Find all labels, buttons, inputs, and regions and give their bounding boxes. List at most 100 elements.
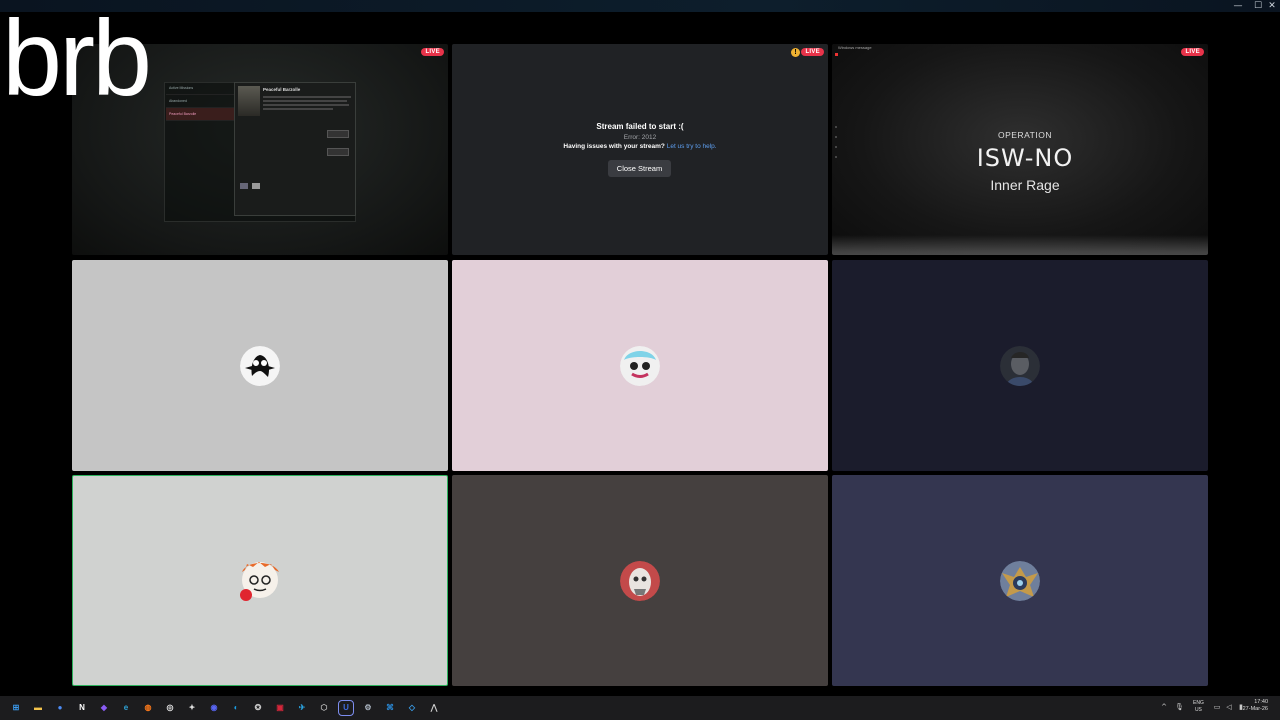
app-settings-hex-glyph: ⬡ (320, 703, 328, 712)
brb-overlay-text: brb (2, 0, 152, 118)
live-badge: LIVE (421, 48, 444, 56)
settings-glyph: ⚙ (364, 703, 372, 712)
clock-time: 17:40 (1254, 699, 1268, 705)
warning-icon: ! (791, 48, 800, 57)
chrome-glyph: ● (57, 703, 63, 712)
settings-icon[interactable]: ⚙ (361, 701, 375, 715)
avatar[interactable] (237, 558, 283, 604)
chrome-icon[interactable]: ● (53, 701, 67, 715)
text-line (263, 100, 347, 102)
tray-overflow-icon[interactable]: ^ (1160, 703, 1168, 711)
window-tab-label: Windows message (838, 45, 872, 50)
window-titlebar: — ☐ ✕ (0, 0, 1280, 12)
bitwarden-glyph: U (343, 703, 349, 712)
app-blue-active-icon[interactable]: ◇ (405, 701, 419, 715)
vscode-icon[interactable]: ⌘ (383, 701, 397, 715)
edge-icon[interactable]: e (119, 701, 133, 715)
close-window-button[interactable]: ✕ (1266, 0, 1278, 12)
character-name: Peaceful Barzolle (263, 87, 301, 92)
app-arrow-icon[interactable]: ⋀ (427, 701, 441, 715)
language-region: US (1194, 706, 1202, 713)
language-indicator[interactable]: ENG US (1193, 700, 1204, 713)
app-arrow-glyph: ⋀ (430, 703, 438, 712)
maximize-button[interactable]: ☐ (1252, 0, 1264, 12)
character-portrait (238, 86, 260, 116)
participant-tile[interactable] (452, 260, 828, 471)
help-link[interactable]: Let us try to help. (667, 143, 717, 150)
game-character-card: Peaceful Barzolle (234, 82, 356, 216)
windows-start-icon[interactable]: ⊞ (9, 701, 23, 715)
participant-tile[interactable] (72, 260, 448, 471)
firefox-glyph: ◍ (144, 703, 152, 712)
app-settings-hex-icon[interactable]: ⬡ (317, 701, 331, 715)
file-explorer-icon[interactable]: ▬ (31, 701, 45, 715)
bottom-fade (832, 235, 1208, 255)
avatar[interactable] (240, 345, 280, 386)
operation-heading: OPERATION (998, 130, 1052, 140)
obsidian-icon[interactable]: ◆ (97, 701, 111, 715)
windows-start-glyph: ⊞ (12, 703, 20, 712)
reward-icon (252, 183, 260, 189)
file-explorer-glyph: ▬ (34, 703, 42, 712)
error-code: Error: 2012 (623, 134, 657, 141)
edge-glyph: e (123, 703, 129, 712)
app-red-glyph: ▣ (276, 703, 284, 712)
text-line (263, 104, 349, 106)
side-dot (835, 126, 837, 128)
operation-subtitle: Inner Rage (990, 177, 1060, 193)
game-row-button (327, 148, 349, 156)
notion-glyph: N (79, 703, 85, 712)
language-code: ENG (1193, 700, 1204, 706)
game-row (239, 147, 351, 157)
participant-tile[interactable] (832, 260, 1208, 471)
live-badge: LIVE (1181, 48, 1204, 56)
stream-tile-error[interactable]: ! LIVE Stream failed to start :( Error: … (452, 44, 828, 255)
error-title: Stream failed to start :( (596, 122, 684, 131)
avatar[interactable] (1000, 560, 1040, 601)
help-text: Having issues with your stream? (563, 143, 665, 150)
game-row-button (327, 130, 349, 138)
bitwarden-icon[interactable]: U (338, 700, 354, 716)
steam-icon[interactable]: ◐ (229, 701, 243, 715)
game-row (239, 129, 351, 139)
discord-icon[interactable]: ◉ (207, 701, 221, 715)
firefox-icon[interactable]: ◍ (141, 701, 155, 715)
obsidian-glyph: ◆ (100, 703, 108, 712)
app-red-icon[interactable]: ▣ (273, 701, 287, 715)
app-rocket-glyph: ✪ (254, 703, 262, 712)
microphone-icon[interactable]: 🎙 (1175, 703, 1184, 711)
help-line: Having issues with your stream? Let us t… (452, 143, 828, 150)
volume-icon[interactable]: ◁ (1225, 703, 1233, 711)
text-line (263, 96, 351, 98)
game-sidebar-item: Abandoned (166, 95, 234, 108)
avatar[interactable] (620, 345, 660, 386)
steam-chat-glyph: ◎ (166, 703, 174, 712)
text-line (263, 108, 333, 110)
steam-chat-icon[interactable]: ◎ (163, 701, 177, 715)
network-icon[interactable]: ▭ (1213, 703, 1221, 711)
app-blue-active-glyph: ◇ (408, 703, 416, 712)
avatar[interactable] (620, 560, 660, 601)
clock-date: 27-Mar-26 (1242, 706, 1268, 712)
game-launcher-glyph: ✦ (188, 703, 196, 712)
notion-icon[interactable]: N (75, 701, 89, 715)
participant-tile[interactable] (452, 475, 828, 686)
avatar[interactable] (1000, 345, 1040, 386)
game-sidebar-item-active: Peaceful Barzolle (166, 108, 234, 121)
taskbar: ⊞ ▬ ● N ◆ e ◍ ◎ ✦ ◉ ◐ ✪ ▣ ✈ ⬡ U ⚙ ⌘ ◇ ⋀ ^ 🎙 ENG US ▭ ◁ ▮ 17… (0, 696, 1280, 720)
app-telegram-icon[interactable]: ✈ (295, 701, 309, 715)
stream-tile-operation[interactable]: Windows message OPERATION ISW-NO Inner R… (832, 44, 1208, 255)
vscode-glyph: ⌘ (386, 703, 394, 712)
app-telegram-glyph: ✈ (298, 703, 306, 712)
discord-glyph: ◉ (210, 703, 218, 712)
participant-tile-speaking[interactable] (72, 475, 448, 686)
close-stream-button[interactable]: Close Stream (608, 160, 671, 177)
steam-glyph: ◐ (233, 703, 239, 712)
app-rocket-icon[interactable]: ✪ (251, 701, 265, 715)
minimize-button[interactable]: — (1232, 0, 1244, 12)
live-badge: LIVE (801, 48, 824, 56)
participant-tile[interactable] (832, 475, 1208, 686)
game-sidebar: Active Missions Abandoned Peaceful Barzo… (166, 82, 234, 121)
clock[interactable]: 17:40 27-Mar-26 (1243, 699, 1268, 713)
game-launcher-icon[interactable]: ✦ (185, 701, 199, 715)
